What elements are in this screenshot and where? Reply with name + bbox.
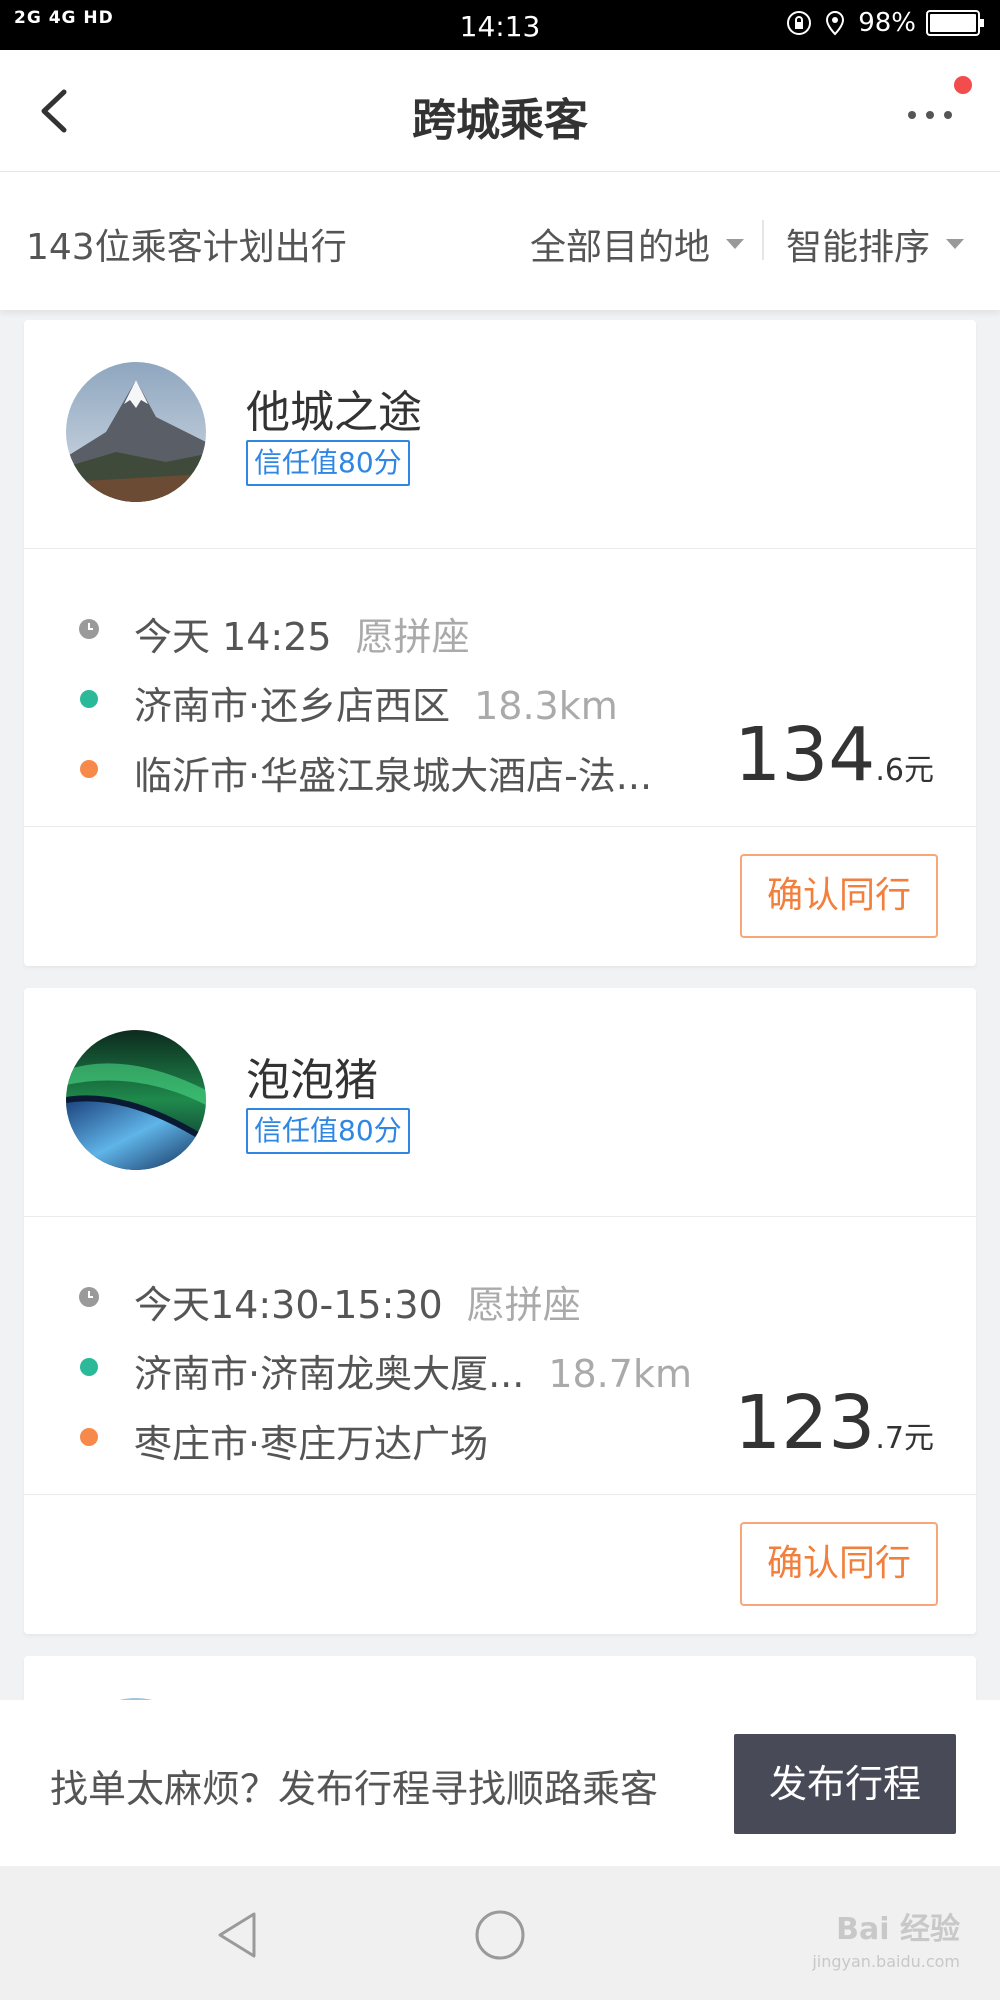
trip-time: 今天 14:25	[134, 615, 332, 659]
filter-bar: 143位乘客计划出行 全部目的地 智能排序	[0, 172, 1000, 310]
trip-time-row: 今天14:30-15:30 愿拼座	[134, 1274, 581, 1329]
price-integer: 134	[734, 712, 876, 798]
destination-row: 枣庄市·枣庄万达广场	[134, 1413, 488, 1468]
clock-icon	[79, 619, 99, 639]
price-decimal: .6元	[875, 753, 934, 788]
trust-badge: 信任值80分	[246, 440, 410, 486]
trip-time: 今天14:30-15:30	[134, 1283, 443, 1327]
confirm-travel-button[interactable]: 确认同行	[740, 854, 938, 938]
origin-address: 济南市·济南龙奥大厦...	[134, 1352, 525, 1396]
passenger-name: 泡泡猪	[246, 1055, 378, 1106]
notification-dot	[954, 76, 972, 94]
more-icon[interactable]	[904, 100, 964, 130]
destination-filter[interactable]: 全部目的地	[530, 218, 745, 270]
back-triangle-icon[interactable]	[210, 1908, 264, 1962]
destination-address: 枣庄市·枣庄万达广场	[134, 1422, 489, 1466]
divider	[24, 1216, 976, 1217]
passenger-count: 143位乘客计划出行	[26, 227, 347, 268]
price: 134.6元	[734, 712, 934, 798]
origin-distance: 18.7km	[548, 1352, 692, 1396]
origin-dot-icon	[80, 1358, 98, 1376]
location-icon	[826, 10, 845, 36]
price: 123.7元	[734, 1380, 934, 1466]
avatar	[66, 1030, 206, 1170]
avatar	[66, 362, 206, 502]
dropdown-triangle-icon	[726, 239, 745, 249]
filter-divider	[762, 220, 764, 260]
aurora-avatar-image	[66, 1030, 206, 1170]
destination-row: 临沂市·华盛江泉城大酒店-法...	[134, 745, 652, 800]
divider	[24, 826, 976, 827]
origin-row: 济南市·济南龙奥大厦... 18.7km	[134, 1343, 692, 1398]
price-integer: 123	[734, 1380, 876, 1466]
trust-badge: 信任值80分	[246, 1108, 410, 1154]
destination-dot-icon	[80, 1428, 98, 1446]
lock-rotation-icon	[787, 11, 812, 35]
battery-percent: 98%	[858, 8, 916, 38]
status-bar: 2G 4G HD 14:13 98%	[0, 0, 1000, 50]
divider	[24, 548, 976, 549]
price-decimal: .7元	[875, 1421, 934, 1456]
passenger-card[interactable]: 他城之途 信任值80分 今天 14:25 愿拼座 济南市·还乡店西区 18.3km …	[24, 320, 976, 966]
destination-filter-label: 全部目的地	[530, 227, 711, 268]
watermark-url: jingyan.baidu.com	[812, 1952, 960, 1971]
watermark-logo: Bai 经验	[836, 1912, 960, 1947]
trip-time-row: 今天 14:25 愿拼座	[134, 606, 470, 661]
sort-filter[interactable]: 智能排序	[786, 218, 965, 270]
page-title: 跨城乘客	[412, 95, 588, 146]
system-nav-bar: Bai 经验 jingyan.baidu.com	[0, 1866, 1000, 2000]
status-right: 98%	[786, 8, 984, 38]
nav-bar: 跨城乘客	[0, 50, 1000, 172]
destination-dot-icon	[80, 760, 98, 778]
publish-promo-bar: 找单太麻烦？发布行程寻找顺路乘客 发布行程	[0, 1700, 1000, 1866]
divider	[24, 1494, 976, 1495]
dropdown-triangle-icon	[946, 239, 965, 249]
publish-trip-button[interactable]: 发布行程	[734, 1734, 956, 1834]
passenger-card[interactable]: 泡泡猪 信任值80分 今天14:30-15:30 愿拼座 济南市·济南龙奥大厦..…	[24, 988, 976, 1634]
promo-text: 找单太麻烦？发布行程寻找顺路乘客	[50, 1767, 659, 1811]
origin-row: 济南市·还乡店西区 18.3km	[134, 675, 618, 730]
origin-address: 济南市·还乡店西区	[134, 684, 451, 728]
passenger-name: 他城之途	[246, 387, 422, 438]
seat-preference: 愿拼座	[355, 615, 470, 659]
sort-filter-label: 智能排序	[786, 227, 931, 268]
destination-address: 临沂市·华盛江泉城大酒店-法...	[134, 754, 653, 798]
home-circle-icon[interactable]	[473, 1908, 527, 1962]
battery-icon	[926, 10, 984, 36]
confirm-travel-button[interactable]: 确认同行	[740, 1522, 938, 1606]
mountain-avatar-image	[66, 362, 206, 502]
origin-dot-icon	[80, 690, 98, 708]
seat-preference: 愿拼座	[466, 1283, 581, 1327]
origin-distance: 18.3km	[474, 684, 618, 728]
clock-icon	[79, 1287, 99, 1307]
